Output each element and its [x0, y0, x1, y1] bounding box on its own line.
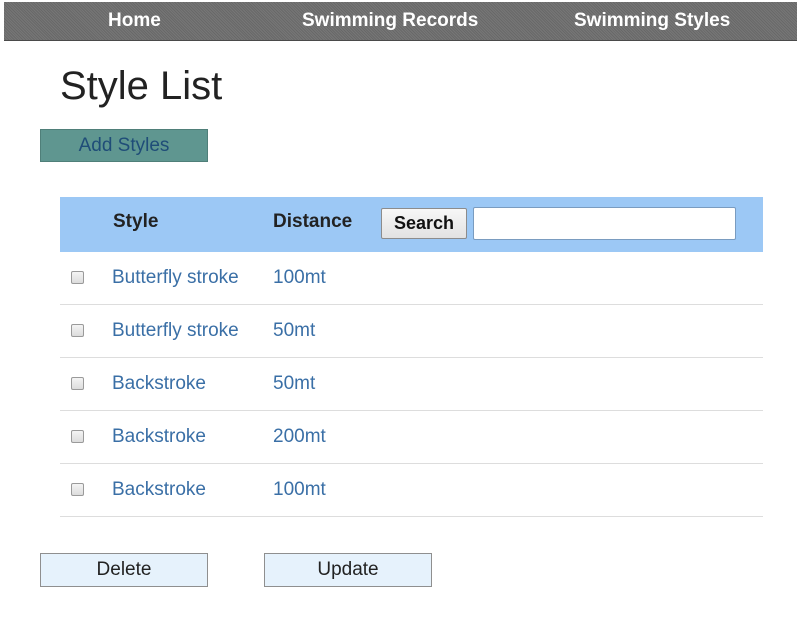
add-styles-button[interactable]: Add Styles — [40, 129, 208, 162]
nav-swimming-styles-link[interactable]: Swimming Styles — [574, 10, 730, 32]
row-checkbox[interactable] — [71, 430, 84, 443]
delete-button[interactable]: Delete — [40, 553, 208, 587]
distance-link[interactable]: 50mt — [273, 320, 315, 342]
page-title: Style List — [60, 64, 223, 108]
row-checkbox[interactable] — [71, 483, 84, 496]
style-link[interactable]: Backstroke — [112, 479, 206, 501]
row-checkbox[interactable] — [71, 377, 84, 390]
style-list-page: Home Swimming Records Swimming Styles St… — [0, 0, 797, 619]
style-link[interactable]: Butterfly stroke — [112, 267, 239, 289]
row-checkbox[interactable] — [71, 324, 84, 337]
table-row: Backstroke 100mt — [60, 464, 763, 517]
distance-column-header: Distance — [273, 211, 353, 232]
table-row: Backstroke 200mt — [60, 411, 763, 464]
row-checkbox[interactable] — [71, 271, 84, 284]
style-column-header: Style — [113, 211, 159, 232]
table-row: Backstroke 50mt — [60, 358, 763, 411]
nav-home-link[interactable]: Home — [108, 10, 161, 32]
distance-link[interactable]: 200mt — [273, 426, 326, 448]
style-link[interactable]: Backstroke — [112, 426, 206, 448]
style-link[interactable]: Butterfly stroke — [112, 320, 239, 342]
style-link[interactable]: Backstroke — [112, 373, 206, 395]
nav-swimming-records-link[interactable]: Swimming Records — [302, 10, 478, 32]
table-row: Butterfly stroke 50mt — [60, 305, 763, 358]
update-button[interactable]: Update — [264, 553, 432, 587]
search-button[interactable]: Search — [381, 208, 467, 239]
distance-link[interactable]: 100mt — [273, 267, 326, 289]
distance-link[interactable]: 100mt — [273, 479, 326, 501]
table-header-row: Style Distance Search — [60, 197, 763, 252]
table-row: Butterfly stroke 100mt — [60, 252, 763, 305]
search-input[interactable] — [473, 207, 736, 240]
styles-table: Style Distance Search Butterfly stroke 1… — [60, 197, 763, 517]
top-navigation-bar: Home Swimming Records Swimming Styles — [4, 2, 797, 41]
distance-link[interactable]: 50mt — [273, 373, 315, 395]
